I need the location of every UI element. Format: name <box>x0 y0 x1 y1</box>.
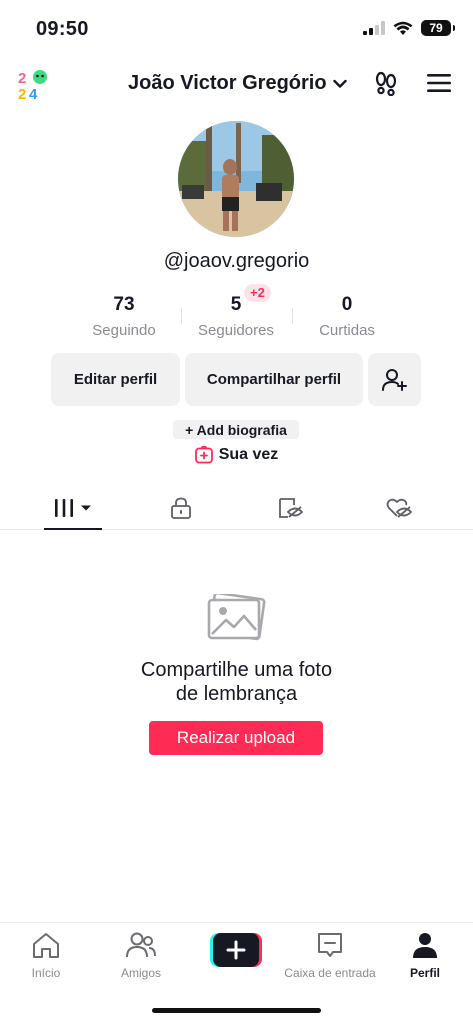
nav-home-label: Início <box>31 966 61 980</box>
stat-likes[interactable]: 0 Curtidas <box>292 292 402 342</box>
signal-icon <box>363 21 385 35</box>
wifi-icon <box>393 21 413 35</box>
grid-icon <box>55 499 73 517</box>
empty-state-line1: Compartilhe uma foto <box>140 659 333 681</box>
story-button[interactable]: Sua vez <box>0 446 473 464</box>
status-time: 09:50 <box>36 18 89 40</box>
caret-down-icon <box>81 505 91 511</box>
stat-followers[interactable]: 5 Seguidores <box>181 292 291 342</box>
add-user-icon <box>381 368 407 391</box>
chevron-down-icon <box>332 79 347 88</box>
battery-indicator: 79 <box>421 20 455 36</box>
avatar-photo <box>178 121 294 237</box>
nav-profile[interactable]: Perfil <box>375 931 473 980</box>
status-icons: 79 <box>363 20 455 36</box>
stat-following[interactable]: 73 Seguindo <box>69 292 179 342</box>
active-tab-indicator <box>44 528 102 530</box>
edit-profile-button[interactable]: Editar perfil <box>51 353 180 406</box>
following-count: 73 <box>113 294 135 315</box>
profile-header: 2 2 4 João Victor Gregório <box>0 60 473 108</box>
nav-friends-label: Amigos <box>120 966 161 980</box>
nav-profile-label: Perfil <box>409 966 440 980</box>
avatar[interactable] <box>178 121 294 237</box>
footprints-icon[interactable] <box>373 70 399 96</box>
tab-liked[interactable] <box>369 486 429 530</box>
share-profile-button[interactable]: Compartilhar perfil <box>185 353 363 406</box>
story-label: Sua vez <box>218 446 279 463</box>
svg-text:2: 2 <box>18 86 26 100</box>
add-story-icon <box>194 446 213 464</box>
tab-reposts[interactable] <box>260 486 320 530</box>
account-switcher[interactable]: João Victor Gregório <box>128 72 347 95</box>
add-friend-button[interactable] <box>368 353 421 406</box>
svg-text:2: 2 <box>18 70 26 87</box>
profile-icon <box>413 933 437 958</box>
account-name: João Victor Gregório <box>128 72 327 94</box>
profile-stats: 73 Seguindo 5 Seguidores 0 Curtidas <box>0 292 473 342</box>
photo-icon <box>207 594 266 641</box>
friends-icon <box>126 932 156 958</box>
empty-state-message: Compartilhe uma foto de lembrança <box>0 658 473 706</box>
create-button[interactable] <box>210 933 262 967</box>
year-badge-icon[interactable]: 2 2 4 <box>18 68 50 100</box>
following-label: Seguindo <box>92 322 156 339</box>
likes-count: 0 <box>341 294 353 315</box>
followers-count: 5 <box>230 294 242 315</box>
profile-handle: @joaov.gregorio <box>163 250 310 272</box>
status-bar: 09:50 79 <box>0 0 473 60</box>
menu-icon[interactable] <box>427 73 451 93</box>
likes-label: Curtidas <box>319 322 375 339</box>
new-followers-badge: +2 <box>244 284 271 302</box>
hidden-likes-icon <box>386 498 412 518</box>
content-tabs <box>0 486 473 530</box>
followers-label: Seguidores <box>198 322 274 339</box>
bottom-navigation: Início Amigos Caixa de entrada Perfil <box>0 922 473 1024</box>
nav-inbox[interactable]: Caixa de entrada <box>280 931 380 980</box>
lock-icon <box>171 497 191 519</box>
add-bio-button[interactable]: + Add biografia <box>173 420 299 439</box>
tab-private[interactable] <box>151 486 211 530</box>
tab-videos[interactable] <box>44 486 102 530</box>
inbox-icon <box>318 933 342 957</box>
home-indicator <box>152 1008 321 1013</box>
svg-text:4: 4 <box>29 86 38 100</box>
empty-state-line2: de lembrança <box>175 683 298 705</box>
home-icon <box>33 933 59 958</box>
nav-inbox-label: Caixa de entrada <box>284 966 376 980</box>
nav-friends[interactable]: Amigos <box>91 931 191 980</box>
nav-home[interactable]: Início <box>0 931 96 980</box>
upload-button[interactable]: Realizar upload <box>149 721 323 755</box>
hidden-posts-icon <box>279 498 303 518</box>
